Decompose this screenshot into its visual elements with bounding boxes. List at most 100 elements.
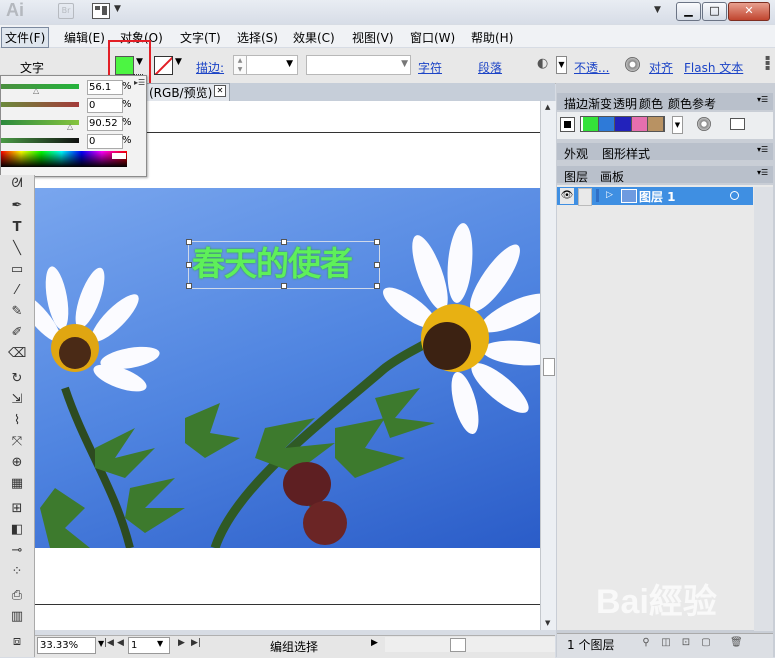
color-spectrum[interactable] bbox=[1, 151, 127, 167]
last-artboard-icon[interactable]: ▶| bbox=[191, 638, 201, 648]
pen-tool-icon[interactable]: ✒ bbox=[8, 197, 26, 215]
expand-arrow-icon[interactable]: ▷ bbox=[606, 190, 613, 200]
color-value-field-2[interactable]: 0 bbox=[87, 98, 123, 113]
layer-name[interactable]: 图层 1 bbox=[639, 188, 676, 205]
close-icon[interactable]: ✕ bbox=[214, 85, 226, 97]
canvas-horizontal-scrollbar[interactable] bbox=[385, 637, 555, 652]
scroll-up-icon[interactable]: ▲ bbox=[545, 103, 550, 111]
save-color-group-icon[interactable] bbox=[730, 118, 745, 130]
new-layer-icon[interactable]: ▢ bbox=[700, 637, 712, 649]
harmony-color-strip[interactable] bbox=[580, 116, 665, 132]
minimize-button[interactable]: ▁ bbox=[676, 2, 701, 21]
stroke-weight-stepper[interactable]: ▲ ▼ bbox=[233, 55, 247, 75]
next-artboard-icon[interactable]: ▶ bbox=[178, 638, 185, 648]
gear-icon[interactable] bbox=[625, 57, 640, 72]
menu-edit[interactable]: 编辑(E) bbox=[64, 29, 105, 46]
tab-layers[interactable]: 图层 bbox=[564, 168, 588, 185]
column-graph-icon[interactable]: ▥ bbox=[8, 608, 26, 626]
menu-file[interactable]: 文件(F) bbox=[1, 27, 50, 48]
panel-menu-icon[interactable]: ▾☰ bbox=[757, 168, 768, 177]
headline-text-frame[interactable]: 春天的使者 bbox=[186, 239, 380, 289]
target-icon[interactable] bbox=[730, 191, 739, 200]
color-slider-4[interactable] bbox=[1, 138, 79, 143]
harmony-swatch[interactable] bbox=[647, 117, 665, 131]
trash-icon[interactable]: 🗑 bbox=[730, 637, 743, 649]
scrollbar-thumb[interactable] bbox=[450, 638, 466, 652]
font-family-select[interactable]: ▼ bbox=[306, 55, 411, 75]
base-color-swatch[interactable] bbox=[560, 117, 575, 132]
tab-graphic-styles[interactable]: 图形样式 bbox=[602, 145, 650, 162]
harmony-swatch[interactable] bbox=[599, 117, 616, 131]
panel-menu-icon[interactable]: ▾☰ bbox=[757, 145, 768, 154]
menu-select[interactable]: 选择(S) bbox=[237, 29, 278, 46]
edit-colors-icon[interactable] bbox=[697, 117, 711, 131]
stroke-color-swatch[interactable] bbox=[154, 56, 173, 75]
lasso-tool-icon[interactable]: ᘛ bbox=[8, 175, 26, 193]
warp-tool-icon[interactable]: ⌇ bbox=[8, 412, 26, 430]
search-dropdown-icon[interactable]: ▼ bbox=[654, 5, 661, 15]
arrange-documents-icon[interactable] bbox=[92, 3, 110, 19]
pencil-tool-icon[interactable]: ✎ bbox=[8, 303, 26, 321]
artboard-number-field[interactable]: 1 bbox=[128, 637, 170, 654]
panel-menu-icon[interactable]: ▾☰ bbox=[757, 95, 768, 104]
mask-dropdown-icon[interactable]: ▼ bbox=[556, 56, 567, 74]
close-button[interactable]: ✕ bbox=[728, 2, 770, 21]
tab-stroke[interactable]: 描边 bbox=[564, 95, 588, 112]
selection-handle[interactable] bbox=[186, 239, 192, 245]
stroke-weight-link[interactable]: 描边: bbox=[196, 59, 224, 76]
character-panel-link[interactable]: 字符 bbox=[418, 59, 442, 76]
scrollbar-thumb[interactable] bbox=[543, 358, 555, 376]
type-tool-icon[interactable]: T bbox=[8, 219, 26, 237]
first-artboard-icon[interactable]: |◀ bbox=[104, 638, 114, 648]
panel-menu-icon[interactable]: ▸☰ bbox=[134, 78, 145, 87]
layers-scrollbar[interactable] bbox=[754, 187, 773, 631]
tab-color[interactable]: 颜色 bbox=[639, 95, 663, 112]
zoom-level-field[interactable]: 33.33% bbox=[37, 637, 96, 654]
lock-toggle[interactable] bbox=[578, 188, 592, 206]
slider-thumb-icon[interactable]: △ bbox=[33, 86, 39, 95]
artboard-dropdown-icon[interactable]: ▼ bbox=[157, 639, 163, 648]
shape-builder-icon[interactable]: ⊕ bbox=[8, 454, 26, 472]
blend-tool-icon[interactable]: ⁘ bbox=[8, 563, 26, 581]
free-transform-icon[interactable]: ⤧ bbox=[8, 433, 26, 451]
rotate-tool-icon[interactable]: ↻ bbox=[8, 370, 26, 388]
panel-grip-icon[interactable]: ▪ ▪ ▪ bbox=[765, 54, 771, 72]
clipping-mask-icon[interactable]: ◫ bbox=[660, 637, 672, 649]
tab-appearance[interactable]: 外观 bbox=[564, 145, 588, 162]
menu-window[interactable]: 窗口(W) bbox=[410, 29, 455, 46]
align-link[interactable]: 对齐 bbox=[649, 59, 673, 76]
tab-gradient[interactable]: 渐变 bbox=[588, 95, 612, 112]
line-tool-icon[interactable]: ╲ bbox=[8, 240, 26, 258]
mesh-tool-icon[interactable]: ⊞ bbox=[8, 500, 26, 518]
blob-brush-icon[interactable]: ✐ bbox=[8, 324, 26, 342]
status-menu-icon[interactable]: ▶ bbox=[371, 638, 378, 648]
eraser-tool-icon[interactable]: ⌫ bbox=[8, 345, 26, 363]
paragraph-panel-link[interactable]: 段落 bbox=[478, 59, 502, 76]
scroll-down-icon[interactable]: ▼ bbox=[545, 619, 550, 627]
opacity-link[interactable]: 不透... bbox=[574, 59, 609, 76]
selection-handle[interactable] bbox=[186, 283, 192, 289]
tab-color-guide[interactable]: 颜色参考 bbox=[668, 95, 716, 112]
menu-type[interactable]: 文字(T) bbox=[180, 29, 221, 46]
flash-text-link[interactable]: Flash 文本 bbox=[684, 59, 743, 76]
selection-handle[interactable] bbox=[374, 262, 380, 268]
color-value-field-4[interactable]: 0 bbox=[87, 134, 123, 149]
menu-view[interactable]: 视图(V) bbox=[352, 29, 394, 46]
status-text[interactable]: 编组选择 bbox=[270, 638, 318, 655]
tab-artboards[interactable]: 画板 bbox=[600, 168, 624, 185]
symbol-sprayer-icon[interactable]: ⎙ bbox=[8, 587, 26, 605]
harmony-swatch[interactable] bbox=[631, 117, 648, 131]
harmony-swatch[interactable] bbox=[581, 117, 600, 131]
color-slider-1[interactable] bbox=[1, 84, 79, 89]
headline-text[interactable]: 春天的使者 bbox=[192, 246, 353, 282]
harmony-swatch[interactable] bbox=[615, 117, 632, 131]
selection-handle[interactable] bbox=[281, 239, 287, 245]
color-slider-2[interactable] bbox=[1, 102, 79, 107]
locate-object-icon[interactable]: ⚲ bbox=[640, 637, 652, 649]
harmony-dropdown-icon[interactable]: ▼ bbox=[672, 116, 683, 134]
opacity-mask-icon[interactable]: ◐ bbox=[537, 56, 553, 72]
artboard-tool-icon[interactable]: ⧈ bbox=[8, 633, 26, 651]
color-value-field-3[interactable]: 90.52 bbox=[87, 116, 123, 131]
slider-thumb-icon[interactable]: △ bbox=[67, 122, 73, 131]
menu-effect[interactable]: 效果(C) bbox=[293, 29, 335, 46]
